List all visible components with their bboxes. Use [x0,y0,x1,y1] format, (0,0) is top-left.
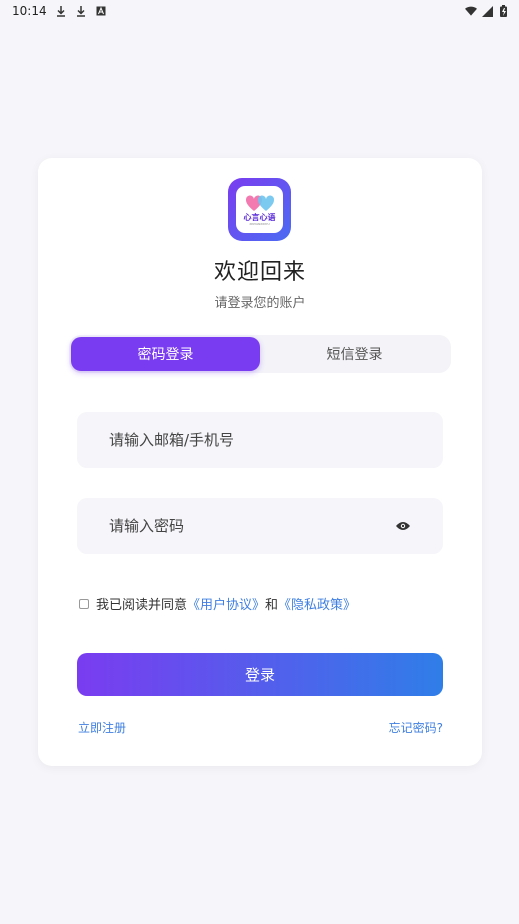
battery-icon [497,5,509,17]
agreement-checkbox[interactable] [79,598,89,609]
agreement-conjunction: 和 [265,598,279,613]
logo-wordmark: 心言心语 [243,212,276,222]
download-icon [55,5,67,17]
agreement-row: 我已阅读并同意 《用户协议》 和 《隐私政策》 [79,594,356,613]
register-link[interactable]: 立即注册 [78,719,126,736]
logo-inner: 心言心语 XINYANXINYU [236,186,283,233]
login-card: 心言心语 XINYANXINYU 欢迎回来 请登录您的账户 密码登录 短信登录 … [38,158,482,766]
heart-icon [245,194,274,211]
account-input[interactable] [109,431,411,449]
tab-sms-login[interactable]: 短信登录 [260,337,449,371]
status-left: 10:14 [12,4,107,18]
signal-icon [481,5,493,17]
privacy-policy-link[interactable]: 《隐私政策》 [278,594,356,613]
page-title: 欢迎回来 [213,260,306,285]
agreement-prefix: 我已阅读并同意 [96,598,188,613]
password-field [77,498,443,554]
user-agreement-link[interactable]: 《用户协议》 [187,594,265,613]
login-tabs: 密码登录 短信登录 [69,335,451,373]
download-icon [75,5,87,17]
page-subtitle: 请登录您的账户 [214,296,306,311]
tab-password-login[interactable]: 密码登录 [71,337,260,371]
password-input[interactable] [109,517,396,535]
logo-subtitle: XINYANXINYU [249,221,270,226]
status-time: 10:14 [12,4,47,18]
wifi-icon [465,5,477,17]
app-logo: 心言心语 XINYANXINYU [228,178,291,241]
eye-icon[interactable] [396,520,411,532]
forgot-password-link[interactable]: 忘记密码? [389,719,443,736]
a-icon [95,5,107,17]
status-bar: 10:14 [0,0,519,22]
login-button[interactable]: 登录 [77,653,443,696]
status-right [465,5,509,17]
account-field [77,412,443,468]
